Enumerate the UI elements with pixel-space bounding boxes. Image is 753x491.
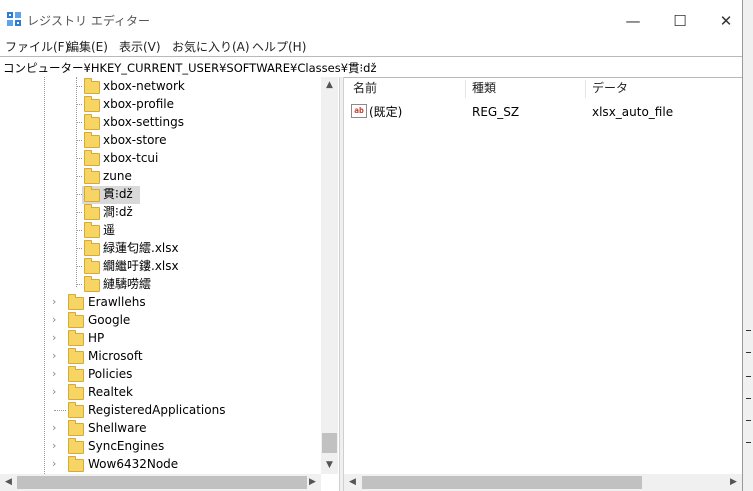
registry-editor-icon [7,12,21,26]
folder-icon [68,312,84,328]
folder-icon [84,132,100,148]
desktop-background-strip [742,0,753,491]
maximize-icon: ☐ [673,12,687,30]
tree-vertical-scroll-thumb[interactable] [322,433,337,453]
chevron-right-icon[interactable]: › [52,311,56,329]
folder-icon [84,240,100,256]
chevron-right-icon[interactable]: › [52,455,56,473]
column-header-type[interactable]: 種類 [472,77,496,100]
value-type[interactable]: REG_SZ [472,102,519,122]
folder-icon [68,366,84,382]
tree-vertical-scrollbar[interactable]: ▲ ▼ [321,77,338,474]
folder-icon [68,294,84,310]
menu-edit[interactable]: 編集(E) [67,38,108,55]
folder-icon [84,114,100,130]
chevron-right-icon[interactable]: › [52,419,56,437]
column-header-data[interactable]: データ [592,77,628,100]
column-separator[interactable] [585,80,586,98]
folder-icon [84,186,100,202]
tree-horizontal-scroll-thumb[interactable] [17,476,307,489]
tree-guide-line [44,77,45,474]
folder-icon [68,348,84,364]
chevron-right-icon[interactable]: › [52,437,56,455]
folder-icon [84,222,100,238]
folder-icon [68,438,84,454]
value-data[interactable]: xlsx_auto_file [592,102,673,122]
close-button[interactable]: ✕ [703,6,749,36]
chevron-right-icon[interactable]: › [52,329,56,347]
key-tree: xbox-network xbox-profile xbox-settings … [0,77,339,474]
folder-icon [84,168,100,184]
close-icon: ✕ [719,12,733,30]
chevron-right-icon[interactable]: › [52,383,56,401]
column-header-name[interactable]: 名前 [353,77,377,100]
folder-icon [84,258,100,274]
folder-icon [84,78,100,94]
chevron-right-icon[interactable]: › [52,347,56,365]
menu-view[interactable]: 表示(V) [119,38,161,55]
registry-editor-window: レジストリ エディター — ☐ ✕ ファイル(F) 編集(E) 表示(V) お気… [0,0,743,491]
address-bar[interactable]: コンピューター¥HKEY_CURRENT_USER¥SOFTWARE¥Class… [0,56,742,78]
folder-icon [68,402,84,418]
folder-icon [84,96,100,112]
scroll-down-icon[interactable]: ▼ [321,460,338,470]
address-path[interactable]: コンピューター¥HKEY_CURRENT_USER¥SOFTWARE¥Class… [3,60,377,76]
scroll-left-icon[interactable]: ◀ [0,477,17,487]
chevron-right-icon[interactable]: › [52,365,56,383]
string-value-icon: ab [351,104,367,118]
menu-help[interactable]: ヘルプ(H) [252,38,306,55]
folder-icon [84,150,100,166]
column-separator[interactable] [465,80,466,98]
menu-file[interactable]: ファイル(F) [5,38,69,55]
maximize-button[interactable]: ☐ [657,6,703,36]
minimize-button[interactable]: — [610,6,656,36]
scroll-left-icon[interactable]: ◀ [344,477,361,487]
folder-icon [68,420,84,436]
value-name[interactable]: (既定) [369,102,402,122]
minimize-icon: — [625,12,641,30]
chevron-right-icon[interactable]: › [52,293,56,311]
menu-favorites[interactable]: お気に入り(A) [172,38,250,55]
list-horizontal-scroll-thumb[interactable] [362,476,642,489]
folder-icon [68,456,84,472]
scroll-right-icon[interactable]: ▶ [725,477,742,487]
scroll-up-icon[interactable]: ▲ [321,80,338,90]
window-title: レジストリ エディター [27,14,150,28]
pane-splitter[interactable] [339,77,344,491]
folder-icon [68,384,84,400]
folder-icon [68,330,84,346]
menu-bar: ファイル(F) 編集(E) 表示(V) お気に入り(A) ヘルプ(H) [0,36,742,56]
folder-icon [84,276,100,292]
folder-icon [84,204,100,220]
tree-guide-line [76,77,77,287]
